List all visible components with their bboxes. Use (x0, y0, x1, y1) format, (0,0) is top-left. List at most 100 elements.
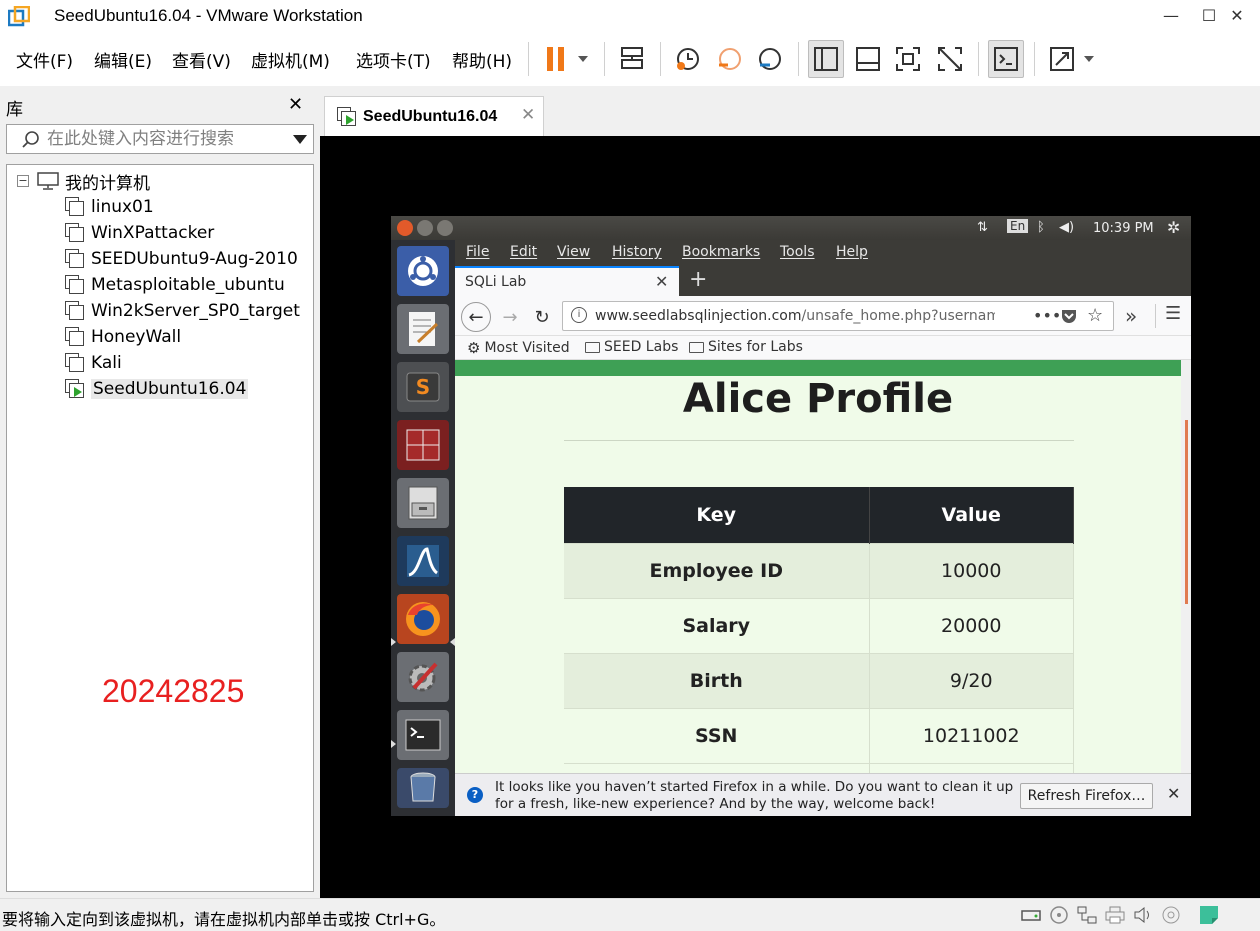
vm-list-item[interactable]: HoneyWall (65, 325, 181, 349)
menu-vm[interactable]: 虚拟机(M) (251, 47, 330, 72)
url-text[interactable]: www.seedlabsqlinjection.com/unsafe_home.… (595, 308, 995, 324)
url-bar[interactable]: i www.seedlabsqlinjection.com/unsafe_hom… (562, 301, 1114, 331)
tab-close-button[interactable]: ✕ (655, 272, 668, 291)
vm-list-item[interactable]: SeedUbuntu16.04 (65, 377, 249, 401)
library-panel: 库 ✕ − 我的计算机 linux01 WinXPattacker SEEDUbun… (0, 88, 320, 898)
hard-disk-icon[interactable] (1020, 905, 1042, 925)
printer-icon[interactable] (1104, 905, 1126, 925)
firefox-window: File Edit View History Bookmarks Tools H… (455, 240, 1191, 816)
ff-menu-file[interactable]: File (466, 244, 489, 260)
refresh-firefox-button[interactable]: Refresh Firefox… (1020, 783, 1153, 809)
collapse-toggle-icon[interactable]: − (17, 175, 29, 187)
bookmark-label: Sites for Labs (708, 339, 803, 355)
reload-button[interactable]: ↻ (527, 302, 557, 332)
terminator-icon (406, 429, 440, 461)
launcher-text-editor[interactable] (397, 304, 449, 354)
menu-tabs[interactable]: 选项卡(T) (356, 47, 431, 72)
folder-icon (585, 341, 600, 353)
ff-menu-tools[interactable]: Tools (780, 244, 815, 260)
chevron-down-icon[interactable] (1084, 56, 1094, 62)
vm-list-item[interactable]: SEEDUbuntu9-Aug-2010 (65, 247, 298, 271)
message-log-icon[interactable] (1198, 905, 1220, 925)
menu-view[interactable]: 查看(V) (172, 47, 231, 72)
vm-tab-close-button[interactable]: ✕ (521, 105, 535, 125)
ff-menu-bookmarks[interactable]: Bookmarks (682, 244, 760, 260)
menu-help[interactable]: 帮助(H) (452, 47, 512, 72)
launcher-files[interactable] (397, 478, 449, 528)
show-library-button[interactable] (808, 40, 844, 78)
notification-text: It looks like you haven’t started Firefo… (495, 779, 1014, 812)
keyboard-language[interactable]: En (1007, 219, 1029, 233)
ff-menu-history[interactable]: History (612, 244, 662, 260)
network-updown-icon[interactable]: ⇅ (977, 220, 988, 235)
launcher-sublime[interactable]: S (397, 362, 449, 412)
ubuntu-maximize-icon[interactable] (437, 220, 453, 236)
stretch-button[interactable] (1044, 40, 1080, 78)
thumbnail-bar-button[interactable] (850, 40, 886, 78)
launcher-terminator[interactable] (397, 420, 449, 470)
new-tab-button[interactable]: + (689, 267, 707, 292)
launcher-system-settings[interactable] (397, 652, 449, 702)
ff-menu-view[interactable]: View (557, 244, 590, 260)
chevron-down-icon[interactable] (293, 135, 307, 144)
sound-icon[interactable] (1132, 905, 1154, 925)
vm-list-item[interactable]: Kali (65, 351, 122, 375)
unity-button[interactable] (932, 40, 968, 78)
menu-edit[interactable]: 编辑(E) (94, 47, 152, 72)
back-button[interactable]: ← (461, 302, 491, 332)
chevron-down-icon[interactable] (578, 56, 588, 62)
fullscreen-button[interactable] (890, 40, 926, 78)
revert-snapshot-button[interactable] (712, 40, 748, 78)
library-close-button[interactable]: ✕ (288, 94, 303, 115)
ff-menu-help[interactable]: Help (836, 244, 868, 260)
hamburger-menu-icon[interactable]: ☰ (1165, 303, 1181, 324)
scrollbar-thumb[interactable] (1185, 420, 1188, 604)
bookmark-star-icon[interactable]: ☆ (1087, 305, 1103, 326)
clock[interactable]: 10:39 PM (1093, 221, 1154, 236)
ubuntu-logo-icon (408, 256, 438, 286)
cd-dvd-icon[interactable] (1048, 905, 1070, 925)
bookmarks-toolbar: ⚙ Most Visited SEED Labs Sites for Labs (455, 336, 1191, 360)
bookmark-seed-labs[interactable]: SEED Labs (585, 339, 678, 355)
tab-seedubuntu[interactable]: SeedUbuntu16.04 ✕ (324, 96, 544, 136)
vm-icon (65, 249, 85, 269)
notification-close-button[interactable]: ✕ (1167, 784, 1180, 803)
ubuntu-close-icon[interactable] (397, 220, 413, 236)
vm-list-item[interactable]: Metasploitable_ubuntu (65, 273, 285, 297)
pocket-icon[interactable] (1061, 309, 1077, 324)
send-ctrl-alt-del-button[interactable] (614, 40, 650, 78)
volume-icon[interactable]: ◀) (1059, 220, 1074, 235)
page-actions-icon[interactable]: ••• (1033, 306, 1061, 325)
bookmark-sites-for-labs[interactable]: Sites for Labs (689, 339, 803, 355)
vm-list-item[interactable]: WinXPattacker (65, 221, 214, 245)
launcher-terminal[interactable] (397, 710, 449, 760)
tree-root[interactable]: − 我的计算机 (17, 169, 150, 194)
settings-gear-icon[interactable]: ✲ (1167, 218, 1180, 237)
library-search-box (6, 124, 314, 154)
guest-desktop[interactable]: ⇅ En ᛒ ◀) 10:39 PM ✲ S File Edit View Hi… (391, 216, 1191, 816)
vm-icon (65, 301, 85, 321)
vm-list-item[interactable]: Win2kServer_SP0_target (65, 299, 300, 323)
pause-button[interactable] (538, 40, 574, 78)
launcher-wireshark[interactable] (397, 536, 449, 586)
console-view-button[interactable] (988, 40, 1024, 78)
network-adapter-icon[interactable] (1076, 905, 1098, 925)
bluetooth-icon[interactable]: ᛒ (1037, 220, 1045, 235)
usb-icon[interactable] (1160, 905, 1182, 925)
tab-sqli-lab[interactable]: SQLi Lab ✕ (455, 266, 679, 296)
launcher-firefox[interactable] (397, 594, 449, 644)
close-window-button[interactable]: ✕ (1214, 0, 1260, 32)
launcher-trash[interactable] (397, 768, 449, 808)
snapshot-button[interactable] (670, 40, 706, 78)
ubuntu-minimize-icon[interactable] (417, 220, 433, 236)
vm-list-item[interactable]: linux01 (65, 195, 154, 219)
menu-file[interactable]: 文件(F) (16, 47, 73, 72)
ff-menu-edit[interactable]: Edit (510, 244, 537, 260)
overflow-chevron-icon[interactable]: » (1125, 304, 1137, 328)
launcher-dash[interactable] (397, 246, 449, 296)
info-icon[interactable]: i (571, 307, 587, 323)
library-search-input[interactable] (47, 128, 277, 150)
forward-button[interactable]: → (495, 302, 525, 332)
snapshot-manager-button[interactable] (752, 40, 788, 78)
bookmark-most-visited[interactable]: ⚙ Most Visited (467, 339, 570, 357)
